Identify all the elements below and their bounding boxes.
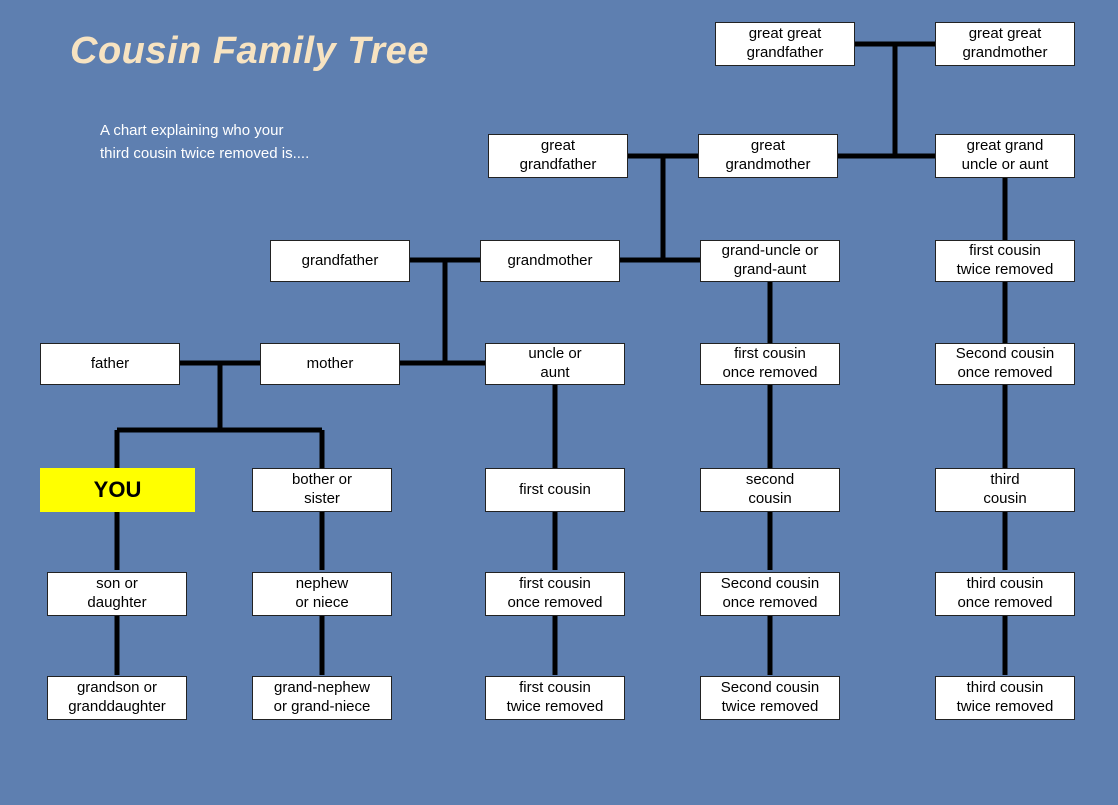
node-first-cousin-twice-removed-down: first cousin twice removed xyxy=(485,676,625,720)
node-third-cousin: third cousin xyxy=(935,468,1075,512)
node-grandfather: grandfather xyxy=(270,240,410,282)
node-second-cousin-once-removed-up: Second cousin once removed xyxy=(935,343,1075,385)
node-mother: mother xyxy=(260,343,400,385)
node-first-cousin-twice-removed-up: first cousin twice removed xyxy=(935,240,1075,282)
diagram-subtitle: A chart explaining who your third cousin… xyxy=(100,120,309,165)
node-second-cousin-once-removed-down: Second cousin once removed xyxy=(700,572,840,616)
node-gg-grandmother: great great grandmother xyxy=(935,22,1075,66)
node-sibling: bother or sister xyxy=(252,468,392,512)
diagram-title: Cousin Family Tree xyxy=(70,30,429,73)
node-great-grand-uncle-aunt: great grand uncle or aunt xyxy=(935,134,1075,178)
node-third-cousin-once-removed: third cousin once removed xyxy=(935,572,1075,616)
node-grandson-granddaughter: grandson or granddaughter xyxy=(47,676,187,720)
node-uncle-aunt: uncle or aunt xyxy=(485,343,625,385)
node-you: YOU xyxy=(40,468,195,512)
node-grandmother: grandmother xyxy=(480,240,620,282)
node-first-cousin-once-removed-down: first cousin once removed xyxy=(485,572,625,616)
node-great-grandmother: great grandmother xyxy=(698,134,838,178)
node-great-grandfather: great grandfather xyxy=(488,134,628,178)
node-second-cousin-twice-removed: Second cousin twice removed xyxy=(700,676,840,720)
node-first-cousin: first cousin xyxy=(485,468,625,512)
node-first-cousin-once-removed-up: first cousin once removed xyxy=(700,343,840,385)
node-second-cousin: second cousin xyxy=(700,468,840,512)
node-third-cousin-twice-removed: third cousin twice removed xyxy=(935,676,1075,720)
node-son-daughter: son or daughter xyxy=(47,572,187,616)
node-grand-nephew-niece: grand-nephew or grand-niece xyxy=(252,676,392,720)
node-nephew-niece: nephew or niece xyxy=(252,572,392,616)
node-grand-uncle-aunt: grand-uncle or grand-aunt xyxy=(700,240,840,282)
node-father: father xyxy=(40,343,180,385)
node-gg-grandfather: great great grandfather xyxy=(715,22,855,66)
